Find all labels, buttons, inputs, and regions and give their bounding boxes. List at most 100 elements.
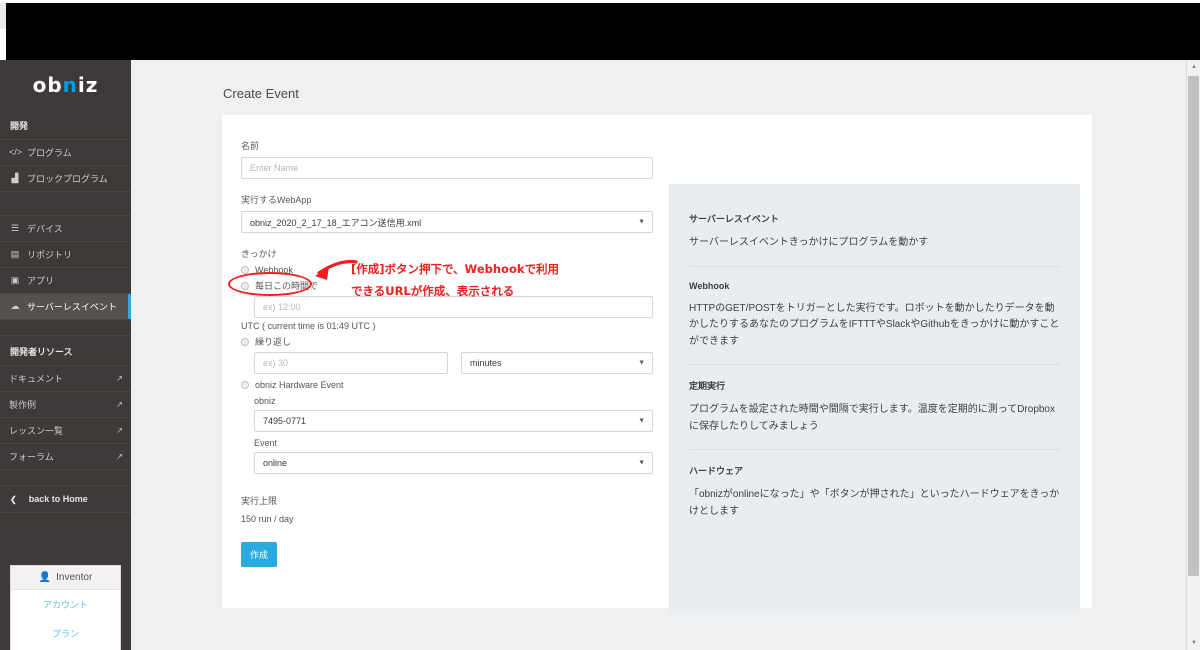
sidebar-item-label: プログラム (27, 148, 72, 158)
sidebar-item-program[interactable]: </> プログラム (0, 140, 131, 166)
obniz-logo[interactable]: ob n iz (0, 60, 131, 110)
event-selected-value: online (263, 458, 288, 468)
user-link-account[interactable]: アカウント (11, 590, 120, 619)
list-icon: ☰ (10, 223, 20, 233)
run-limit-value: 150 run / day (241, 514, 294, 524)
trigger-label: きっかけ (241, 249, 277, 259)
user-link-plan[interactable]: プラン (11, 619, 120, 648)
utc-note: UTC ( current time is 01:49 UTC ) (241, 321, 376, 331)
obniz-device-select[interactable]: 7495-0771 ▼ (254, 410, 653, 432)
back-to-home-button[interactable]: ❮ back to Home (0, 486, 131, 513)
page-title: Create Event (223, 86, 299, 101)
run-limit-label: 実行上限 (241, 496, 278, 506)
brand-suffix: iz (77, 73, 99, 97)
trigger-option-daily[interactable]: 毎日この時間で (241, 279, 653, 292)
sidebar-item-lessons[interactable]: レッスン一覧 ↗ (0, 418, 131, 444)
trigger-option-webhook[interactable]: Webhook (241, 265, 653, 275)
info-body: サーバーレスイベントきっかけにプログラムを動かす (689, 237, 929, 248)
chevron-down-icon: ▼ (638, 459, 645, 467)
repository-icon: ▤ (10, 249, 20, 259)
radio-label-repeat: 繰り返し (255, 337, 292, 347)
brand-prefix: ob (32, 73, 63, 97)
create-event-card: 名前 実行するWebApp obniz_2020_2_17_18_エアコン送信用… (222, 115, 1092, 613)
external-link-icon: ↗ (116, 374, 123, 383)
info-heading: サーバーレスイベント (689, 214, 779, 224)
scroll-up-arrow-icon[interactable]: ▲ (1187, 60, 1200, 74)
sidebar-item-apps[interactable]: ▣ アプリ (0, 268, 131, 294)
app-window-icon: ▣ (10, 275, 20, 285)
sidebar-section-resources: 開発者リソース (0, 336, 131, 366)
name-label: 名前 (241, 141, 260, 151)
sidebar-item-label: フォーラム (9, 452, 54, 462)
sidebar-item-label: レッスン一覧 (9, 426, 64, 436)
sidebar-item-label: ドキュメント (9, 374, 64, 384)
chevron-down-icon: ▼ (638, 218, 645, 226)
sidebar-item-serverless-event[interactable]: ☁ サーバーレスイベント (0, 294, 131, 320)
daily-time-input[interactable] (254, 296, 653, 318)
sidebar-item-forum[interactable]: フォーラム ↗ (0, 444, 131, 470)
sidebar-item-repository[interactable]: ▤ リポジトリ (0, 242, 131, 268)
external-link-icon: ↗ (116, 400, 123, 409)
sidebar-item-documents[interactable]: ドキュメント ↗ (0, 366, 131, 392)
radio-label-webhook: Webhook (255, 265, 293, 275)
sidebar-item-label: リポジトリ (27, 250, 73, 260)
info-heading: Webhook (689, 280, 730, 291)
radio-webhook[interactable] (241, 266, 249, 274)
sidebar-item-label: サーバーレスイベント (27, 302, 117, 312)
scroll-down-arrow-icon[interactable]: ▼ (1187, 636, 1200, 650)
radio-daily[interactable] (241, 281, 249, 290)
chevron-down-icon: ▼ (638, 359, 645, 367)
sidebar: ob n iz 開発 </> プログラム ▟ ブロックプログラム ☰ デバイス ▤ … (0, 60, 131, 650)
sidebar-item-block-program[interactable]: ▟ ブロックプログラム (0, 166, 131, 192)
info-block-hardware: ハードウェア 「obnizがonlineになった」や「ボタンが押された」といった… (689, 464, 1060, 534)
back-to-home-label: back to Home (28, 494, 88, 504)
sidebar-divider-3 (0, 470, 131, 486)
sidebar-item-label: アプリ (27, 276, 55, 286)
info-body: HTTPのGET/POSTをトリガーとした実行です。ロボットを動かしたりデータを… (689, 302, 1060, 347)
event-label: Event (254, 438, 278, 448)
obniz-device-selected-value: 7495-0771 (263, 416, 307, 426)
sidebar-divider-1 (0, 192, 131, 216)
sidebar-item-label: ブロックプログラム (27, 174, 108, 184)
sidebar-section-dev: 開発 (0, 110, 131, 140)
repeat-unit-select[interactable]: minutes ▼ (461, 352, 653, 374)
name-input[interactable] (241, 157, 653, 179)
info-block-serverless: サーバーレスイベント サーバーレスイベントきっかけにプログラムを動かす (689, 212, 1060, 267)
radio-label-hardware: obniz Hardware Event (255, 380, 344, 390)
webapp-selected-value: obniz_2020_2_17_18_エアコン送信用.xml (250, 217, 422, 228)
info-block-scheduled: 定期実行 プログラムを設定された時間や間隔で実行します。温度を定期的に測ってDr… (689, 379, 1060, 450)
info-heading: 定期実行 (689, 381, 726, 391)
vertical-scrollbar[interactable]: ▲ ▼ (1186, 60, 1200, 650)
scrollbar-thumb[interactable] (1188, 76, 1199, 576)
external-link-icon: ↗ (116, 452, 123, 461)
external-link-icon: ↗ (116, 426, 123, 435)
cloud-icon: ☁ (10, 301, 20, 311)
webapp-label: 実行するWebApp (241, 195, 312, 205)
sidebar-item-label: デバイス (27, 224, 63, 234)
create-button[interactable]: 作成 (241, 542, 278, 567)
code-icon: </> (9, 147, 23, 157)
brand-dot: n (62, 73, 78, 97)
repeat-interval-input[interactable] (254, 352, 448, 374)
user-name: Inventor (56, 572, 93, 583)
info-body: プログラムを設定された時間や間隔で実行します。温度を定期的に測ってDropbox… (689, 404, 1055, 432)
blocks-icon: ▟ (11, 173, 19, 183)
content-area: Create Event 名前 実行するWebApp obniz_2020_2_… (131, 60, 1188, 650)
user-card-header[interactable]: 👤 Inventor (11, 566, 120, 590)
trigger-option-repeat[interactable]: 繰り返し (241, 335, 653, 348)
create-event-form: 名前 実行するWebApp obniz_2020_2_17_18_エアコン送信用… (241, 139, 653, 567)
app-root: ob n iz 開発 </> プログラム ▟ ブロックプログラム ☰ デバイス ▤ … (0, 0, 1200, 650)
obniz-device-label: obniz (254, 396, 276, 406)
sidebar-item-label: 製作例 (9, 400, 37, 410)
sidebar-item-examples[interactable]: 製作例 ↗ (0, 392, 131, 418)
event-select[interactable]: online ▼ (254, 452, 653, 474)
sidebar-item-devices[interactable]: ☰ デバイス (0, 216, 131, 242)
avatar-icon: 👤 (38, 572, 52, 583)
radio-repeat[interactable] (241, 337, 249, 346)
webapp-select[interactable]: obniz_2020_2_17_18_エアコン送信用.xml ▼ (241, 211, 653, 233)
info-block-webhook: Webhook HTTPのGET/POSTをトリガーとした実行です。ロボットを動… (689, 280, 1060, 365)
info-heading: ハードウェア (689, 466, 744, 476)
trigger-option-hardware[interactable]: obniz Hardware Event (241, 380, 653, 390)
user-card: 👤 Inventor アカウント プラン 支払情報 (10, 565, 121, 650)
radio-hardware[interactable] (241, 381, 249, 389)
